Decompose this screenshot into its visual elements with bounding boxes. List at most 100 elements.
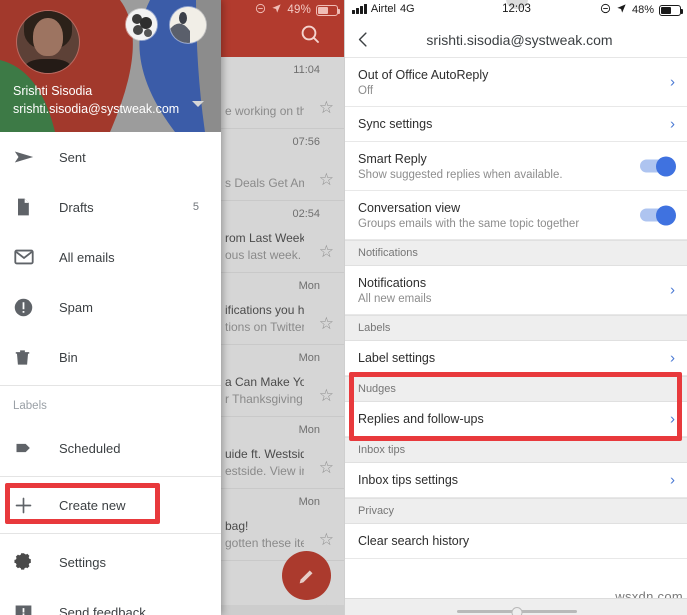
sidebar-item-label: Settings — [59, 554, 106, 570]
trash-icon — [13, 345, 42, 369]
email-time: 11:04 — [293, 64, 320, 76]
email-time: Mon — [298, 352, 320, 364]
screenshot-root: 11:04 e working on the... ☆ 07:56 s Deals Ge… — [0, 0, 687, 615]
settings-section-header: Inbox tips — [345, 437, 687, 463]
pencil-compose-icon — [299, 570, 312, 583]
sidebar-item-create-new[interactable]: Create new — [0, 480, 221, 530]
left-status-bar: 49% — [255, 3, 340, 17]
star-outline-icon[interactable]: ☆ — [319, 243, 334, 260]
settings-section-header: Nudges — [345, 376, 687, 402]
settings-row-title: Notifications — [358, 275, 427, 290]
compose-fab-button[interactable] — [282, 551, 331, 600]
sidebar-item-spam[interactable]: Spam — [0, 282, 221, 332]
drawer-account-header[interactable]: Srishti Sisodia srishti.sisodia@systweak… — [0, 0, 221, 132]
settings-row-conversation-view[interactable]: Conversation view Groups emails with the … — [345, 191, 687, 240]
sidebar-item-label: Bin — [59, 349, 78, 365]
do-not-disturb-icon — [600, 3, 611, 17]
star-outline-icon[interactable]: ☆ — [319, 387, 334, 404]
chevron-right-icon: › — [670, 115, 675, 133]
settings-section-header: Labels — [345, 315, 687, 341]
settings-row-clear-search-history[interactable]: Clear search history — [345, 524, 687, 559]
battery-icon — [659, 4, 683, 16]
plus-icon — [13, 493, 42, 517]
send-icon — [13, 145, 42, 169]
settings-row-subtitle: Groups emails with the same topic togeth… — [358, 217, 580, 230]
star-outline-icon[interactable]: ☆ — [319, 531, 334, 548]
sidebar-item-all-emails[interactable]: All emails — [0, 232, 221, 282]
secondary-avatar-2[interactable] — [170, 7, 206, 43]
avatar[interactable] — [17, 11, 79, 73]
navigation-drawer: Srishti Sisodia srishti.sisodia@systweak… — [0, 0, 221, 615]
search-icon[interactable] — [298, 22, 322, 46]
account-email: srishti.sisodia@systweak.com — [13, 102, 180, 116]
sidebar-item-label: Drafts — [59, 199, 94, 215]
right-phone-screen: Airtel 4G 12:03 48% srishti.sisodia@syst… — [344, 0, 687, 615]
star-outline-icon[interactable]: ☆ — [319, 171, 334, 188]
chevron-right-icon: › — [670, 281, 675, 299]
location-arrow-icon — [271, 3, 282, 17]
settings-row-title: Clear search history — [358, 534, 470, 548]
home-indicator — [345, 598, 687, 615]
page-title: srishti.sisodia@systweak.com — [426, 31, 613, 48]
email-subject: ifications you ha... — [225, 303, 304, 317]
email-time: 02:54 — [292, 208, 320, 220]
settings-section-header: Notifications — [345, 240, 687, 266]
star-outline-icon[interactable]: ☆ — [319, 99, 334, 116]
settings-list[interactable]: Out of Office AutoReply Off › Sync settings… — [345, 58, 687, 615]
chevron-left-icon — [358, 32, 367, 47]
chevron-right-icon: › — [670, 471, 675, 489]
settings-row-title: Out of Office AutoReply — [358, 67, 489, 82]
toggle-switch[interactable] — [640, 205, 676, 226]
sidebar-item-drafts[interactable]: Drafts 5 — [0, 182, 221, 232]
email-time: Mon — [298, 496, 320, 508]
email-time: 07:56 — [292, 136, 320, 148]
email-time: Mon — [298, 280, 320, 292]
sidebar-item-scheduled[interactable]: Scheduled — [0, 423, 221, 473]
email-snippet: ous last week. Y... — [225, 248, 304, 262]
left-battery-percent: 49% — [287, 4, 311, 16]
settings-row-label-settings[interactable]: Label settings › — [345, 341, 687, 376]
settings-row-title: Smart Reply — [358, 151, 427, 166]
sidebar-item-send-feedback[interactable]: Send feedback — [0, 587, 221, 615]
settings-row-smart-reply[interactable]: Smart Reply Show suggested replies when a… — [345, 142, 687, 191]
divider — [0, 385, 221, 386]
sidebar-item-label: All emails — [59, 249, 115, 265]
right-status-bar: Airtel 4G 12:03 48% — [345, 0, 687, 22]
settings-row-out-of-office-autoreply[interactable]: Out of Office AutoReply Off › — [345, 58, 687, 107]
star-outline-icon[interactable]: ☆ — [319, 459, 334, 476]
chevron-down-icon[interactable] — [192, 101, 204, 107]
settings-row-title: Label settings — [358, 351, 436, 365]
email-subject: a Can Make Your... — [225, 375, 304, 389]
star-outline-icon[interactable]: ☆ — [319, 315, 334, 332]
toggle-switch[interactable] — [640, 156, 676, 177]
settings-row-notifications[interactable]: Notifications All new emails › — [345, 266, 687, 315]
sidebar-item-label: Scheduled — [59, 440, 121, 456]
location-arrow-icon — [616, 3, 627, 17]
email-snippet: s Deals Get Am... — [225, 176, 304, 190]
divider — [0, 533, 221, 534]
sidebar-item-bin[interactable]: Bin — [0, 332, 221, 382]
secondary-avatar-1[interactable] — [126, 9, 157, 40]
settings-row-subtitle: All new emails — [358, 292, 432, 305]
settings-row-sync-settings[interactable]: Sync settings › — [345, 107, 687, 142]
email-subject: bag! — [225, 519, 249, 533]
sidebar-item-settings[interactable]: Settings — [0, 537, 221, 587]
left-phone-screen: 11:04 e working on the... ☆ 07:56 s Deals Ge… — [0, 0, 344, 615]
feedback-icon — [13, 600, 42, 615]
divider — [0, 476, 221, 477]
email-snippet: tions on Twitter... — [225, 320, 304, 334]
settings-row-title: Sync settings — [358, 117, 433, 131]
email-snippet: gotten these ite... — [225, 536, 304, 550]
email-snippet: estside. View in... — [225, 464, 304, 478]
back-button[interactable] — [345, 30, 381, 49]
sidebar-item-sent[interactable]: Sent — [0, 132, 221, 182]
spam-alert-icon — [13, 295, 42, 319]
account-name: Srishti Sisodia — [13, 84, 93, 98]
sidebar-item-label: Spam — [59, 299, 93, 315]
settings-row-replies-and-follow-ups[interactable]: Replies and follow-ups › — [345, 402, 687, 437]
chevron-right-icon: › — [670, 73, 675, 91]
sidebar-item-label: Create new — [59, 497, 126, 513]
settings-row-title: Conversation view — [358, 200, 461, 215]
settings-row-subtitle: Off — [358, 84, 374, 97]
settings-row-inbox-tips-settings[interactable]: Inbox tips settings › — [345, 463, 687, 498]
